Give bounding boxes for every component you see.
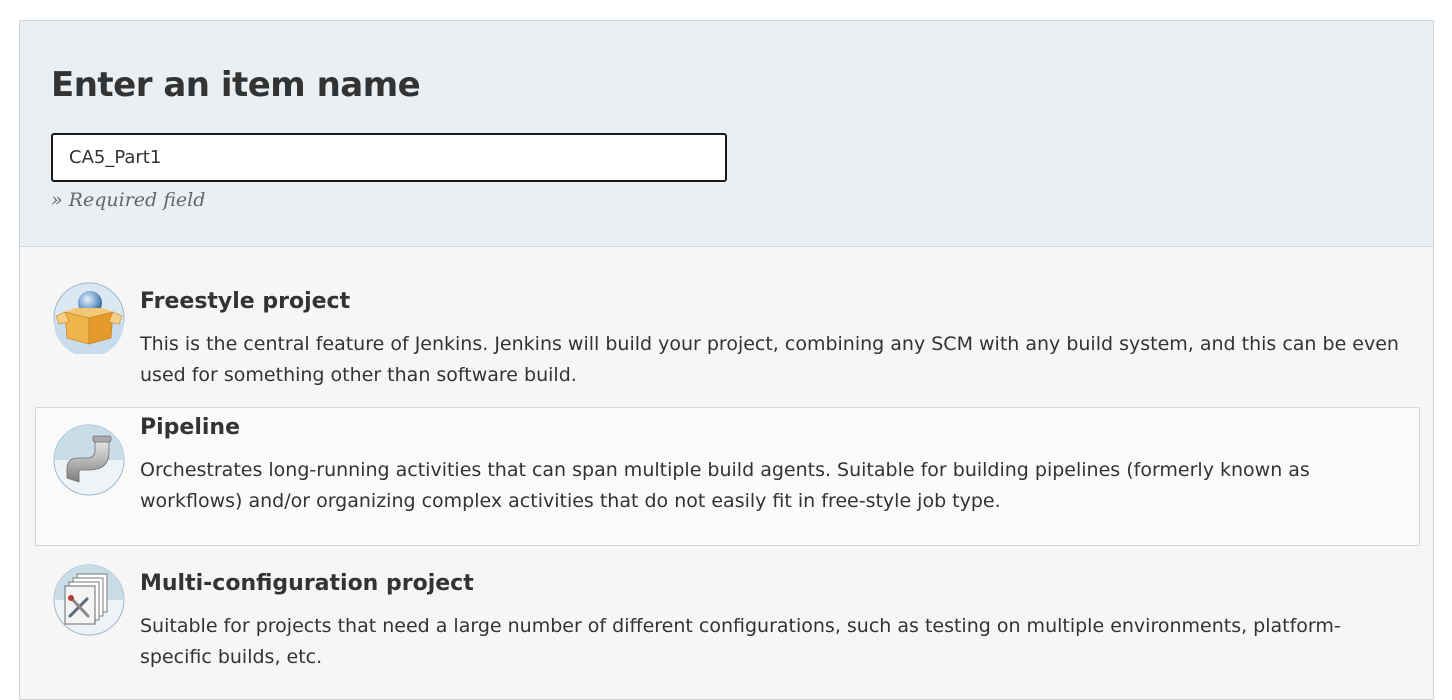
item-name-input[interactable] — [51, 133, 727, 182]
item-type-name: Multi-configuration project — [140, 571, 474, 596]
item-type-description: Orchestrates long-running activities tha… — [140, 459, 1310, 512]
item-type-name: Pipeline — [140, 415, 240, 440]
item-type-description: This is the central feature of Jenkins. … — [140, 333, 1399, 386]
item-type-description: Suitable for projects that need a large … — [140, 615, 1341, 668]
multi-configuration-project-icon — [53, 564, 125, 636]
page-title: Enter an item name — [51, 65, 421, 105]
item-type-freestyle-project[interactable]: Freestyle project This is the central fe… — [35, 281, 1420, 408]
required-field-hint: » Required field — [51, 189, 206, 211]
freestyle-project-icon — [53, 282, 125, 354]
item-name-section: Enter an item name » Required field — [20, 21, 1433, 247]
item-type-pipeline[interactable]: Pipeline Orchestrates long-running activ… — [35, 407, 1420, 546]
item-type-name: Freestyle project — [140, 289, 351, 314]
new-item-panel: Enter an item name » Required field Free… — [19, 20, 1434, 700]
pipeline-icon — [53, 424, 125, 496]
item-type-multi-configuration-project[interactable]: Multi-configuration project Suitable for… — [35, 563, 1420, 699]
